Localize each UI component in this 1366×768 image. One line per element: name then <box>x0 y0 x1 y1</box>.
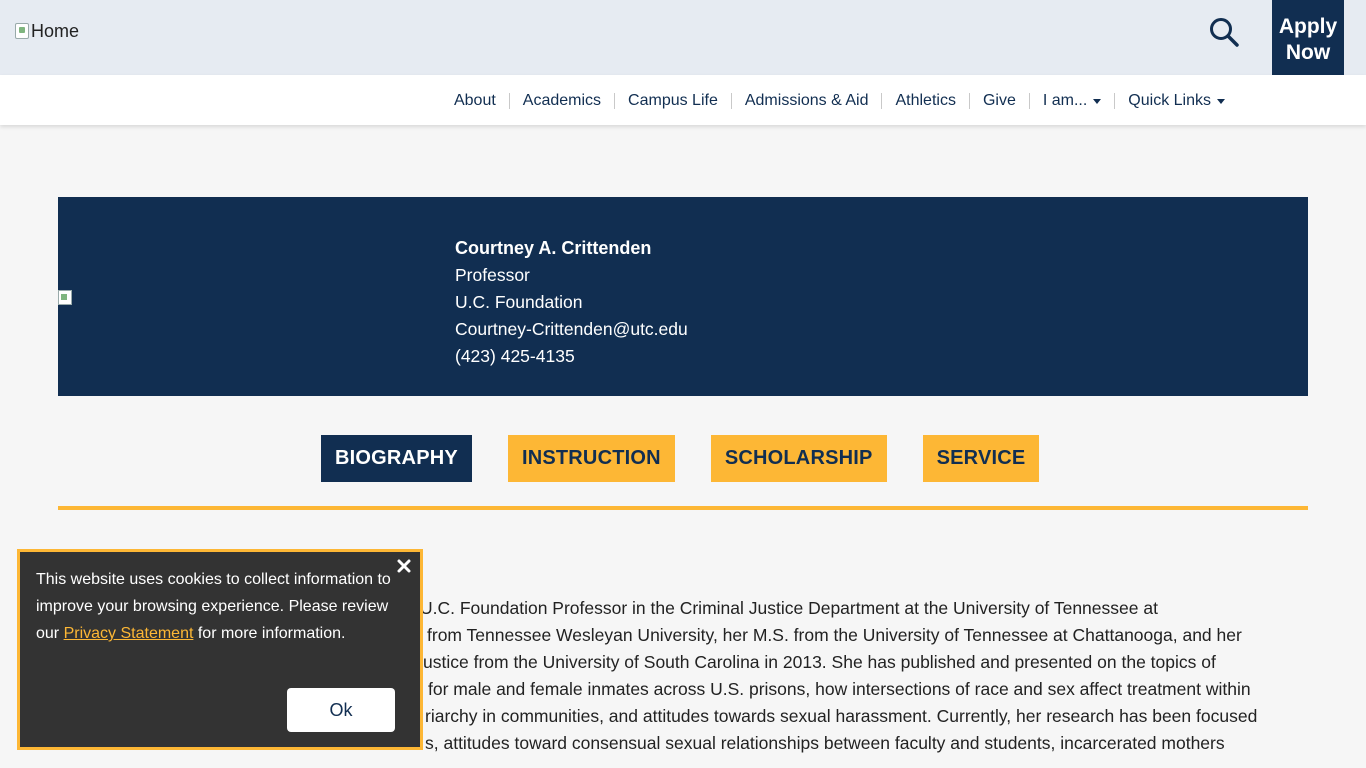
profile-card: Courtney A. Crittenden Professor U.C. Fo… <box>58 197 1308 396</box>
profile-info: Courtney A. Crittenden Professor U.C. Fo… <box>455 235 688 370</box>
cookie-message: This website uses cookies to collect inf… <box>36 571 391 642</box>
cookie-banner: This website uses cookies to collect inf… <box>17 549 423 750</box>
search-button[interactable] <box>1206 14 1242 50</box>
close-icon <box>397 559 411 573</box>
privacy-statement-link[interactable]: Privacy Statement <box>64 625 194 642</box>
nav-campus-life[interactable]: Campus Life <box>614 93 731 109</box>
search-icon <box>1210 18 1239 47</box>
profile-chair: U.C. Foundation <box>455 292 583 312</box>
tabs-divider <box>58 506 1308 510</box>
logo-alt-text: Home <box>31 20 80 41</box>
nav-about[interactable]: About <box>441 93 509 109</box>
nav-admissions-aid[interactable]: Admissions & Aid <box>730 93 882 109</box>
nav-give[interactable]: Give <box>968 93 1029 109</box>
caret-down-icon <box>1217 98 1225 104</box>
tab-biography[interactable]: BIOGRAPHY <box>321 435 472 482</box>
nav-i-am-dropdown[interactable]: I am... <box>1028 93 1114 109</box>
profile-title: Professor <box>455 265 530 285</box>
tab-instruction[interactable]: INSTRUCTION <box>507 435 675 482</box>
nav-academics[interactable]: Academics <box>508 93 614 109</box>
tab-scholarship[interactable]: SCHOLARSHIP <box>710 435 887 482</box>
profile-phone: (423) 425-4135 <box>455 346 575 366</box>
apply-now-label: Apply Now <box>1278 15 1338 64</box>
main-nav-bar: About Academics Campus Life Admissions &… <box>0 75 1366 125</box>
cookie-ok-button[interactable]: Ok <box>287 688 395 732</box>
broken-image-icon <box>58 290 72 305</box>
home-logo-link[interactable]: Home <box>15 19 79 43</box>
profile-tabs: BIOGRAPHY INSTRUCTION SCHOLARSHIP SERVIC… <box>321 435 1040 482</box>
nav-athletics[interactable]: Athletics <box>881 93 968 109</box>
profile-name: Courtney A. Crittenden <box>455 238 652 258</box>
caret-down-icon <box>1093 98 1102 104</box>
nav-quick-links-dropdown[interactable]: Quick Links <box>1114 93 1238 109</box>
profile-email-link[interactable]: Courtney-Crittenden@utc.edu <box>455 319 688 339</box>
cookie-close-button[interactable] <box>394 556 414 576</box>
header-top-bar: Home <box>0 0 1366 75</box>
tab-service[interactable]: SERVICE <box>922 435 1040 482</box>
broken-image-icon <box>15 23 29 39</box>
main-nav: About Academics Campus Life Admissions &… <box>441 89 1238 113</box>
